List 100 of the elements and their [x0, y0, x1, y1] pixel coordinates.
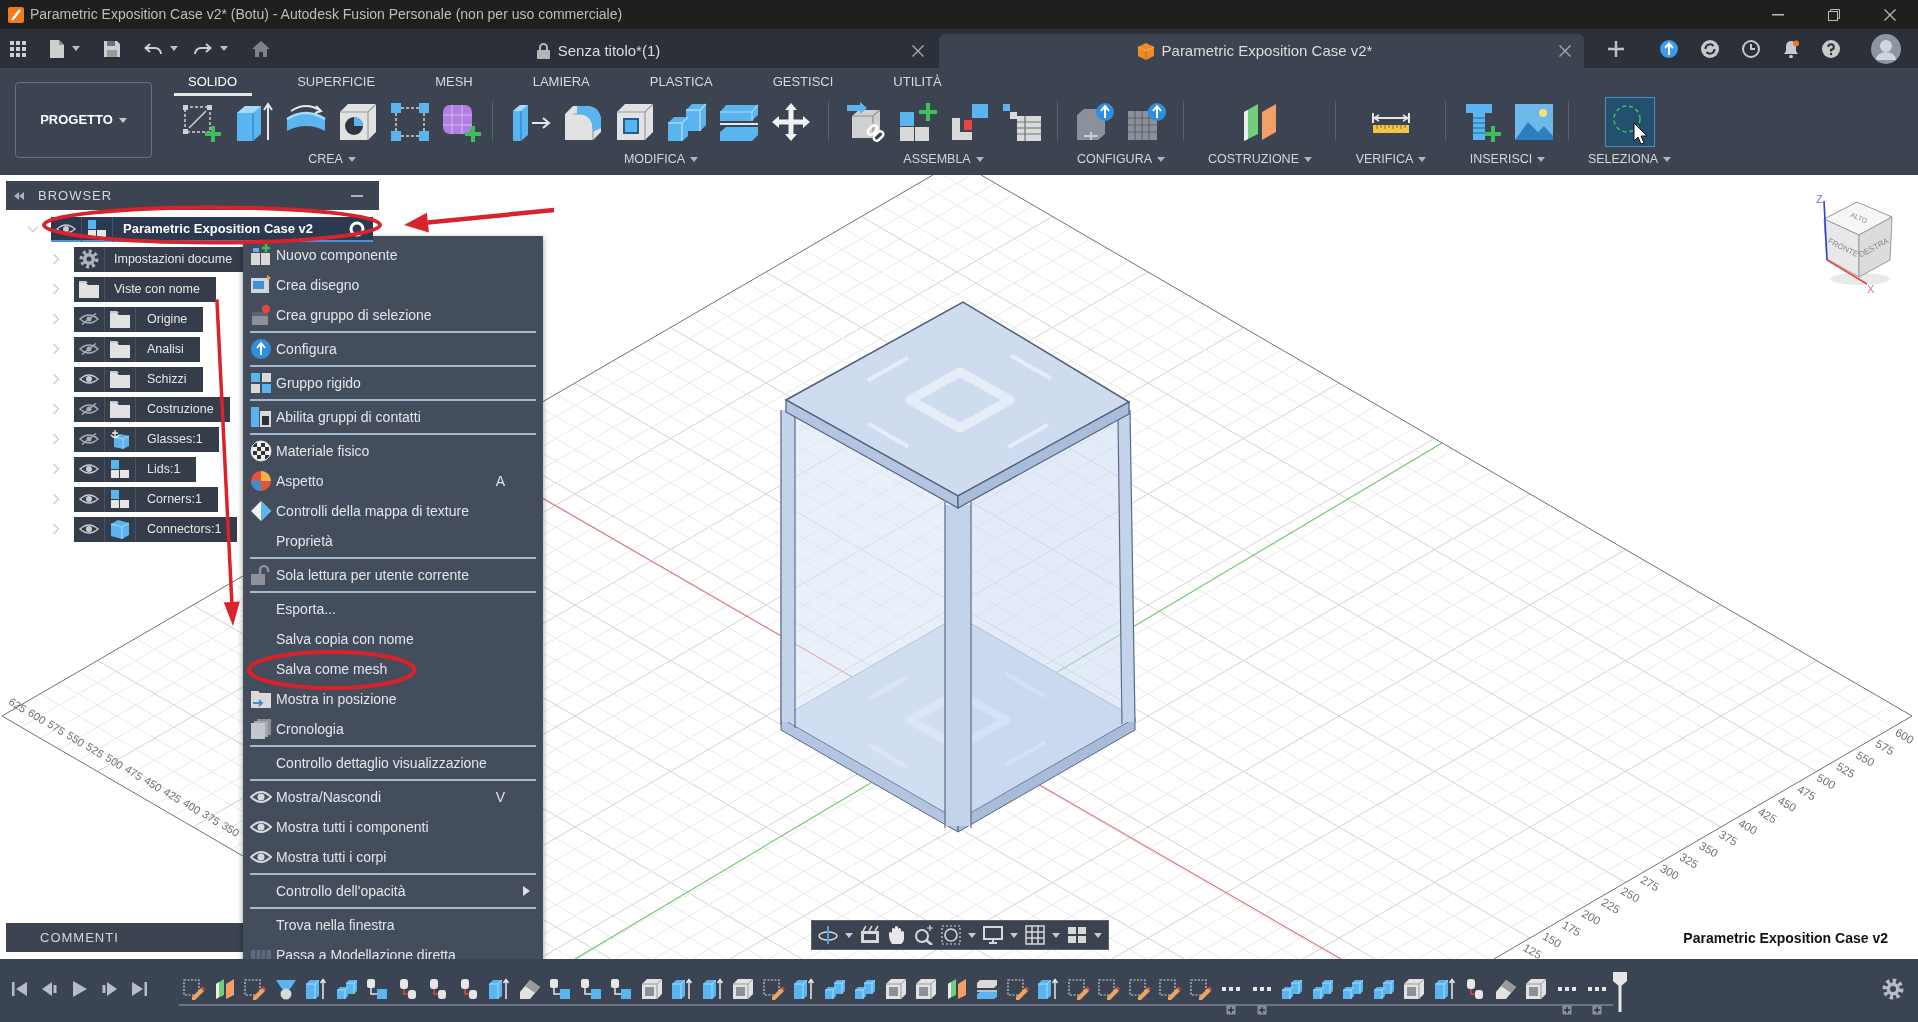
tree-item[interactable]: Corners:1 — [74, 486, 218, 512]
caret-icon[interactable] — [845, 932, 853, 938]
inset-cube-icon[interactable] — [915, 978, 938, 1000]
look-at-icon[interactable] — [860, 925, 880, 945]
caret-icon[interactable] — [220, 46, 228, 51]
menu-item[interactable]: Esporta... — [243, 594, 543, 624]
box-arrow-icon[interactable] — [1037, 978, 1060, 1000]
layered-plates-icon[interactable] — [719, 102, 759, 142]
stepped-blocks-icon[interactable] — [667, 102, 707, 142]
stepped-blocks-icon[interactable] — [1281, 978, 1304, 1000]
grid-icon[interactable] — [1025, 925, 1045, 945]
cube-link-icon[interactable] — [845, 102, 886, 142]
tool-group-button[interactable]: COSTRUZIONE — [1208, 150, 1312, 169]
stepped-blocks-icon[interactable] — [1342, 978, 1365, 1000]
box-arrow-icon[interactable] — [305, 978, 328, 1000]
slab-arrow-icon[interactable] — [511, 102, 551, 142]
pencil-square-icon[interactable] — [1006, 978, 1029, 1000]
menu-item[interactable]: Cronologia — [243, 714, 543, 744]
close-icon[interactable] — [912, 45, 924, 57]
eye-icon[interactable] — [56, 223, 76, 235]
menu-item[interactable]: Mostra tutti i corpi — [243, 842, 543, 872]
user-avatar-icon[interactable] — [1871, 33, 1901, 64]
bell-icon[interactable] — [1783, 39, 1799, 58]
skip-start-icon[interactable] — [12, 981, 27, 997]
caret-icon[interactable] — [1052, 932, 1060, 938]
pan-hand-icon[interactable] — [887, 925, 907, 945]
planes-icon[interactable] — [213, 978, 236, 1000]
tree-item[interactable]: Origine — [74, 306, 204, 332]
toolbar-tab[interactable]: GESTISCI — [742, 68, 864, 96]
flag-blocks-icon[interactable] — [949, 102, 990, 142]
dots-icon[interactable] — [1588, 987, 1607, 991]
plus-icon[interactable] — [1608, 40, 1624, 57]
table-upload-icon[interactable] — [1127, 102, 1167, 142]
menu-item[interactable]: Controllo dettaglio visualizzazione — [243, 748, 543, 778]
dots-icon[interactable] — [1222, 987, 1241, 991]
tool-group-button[interactable]: MODIFICA — [623, 150, 699, 169]
caret-icon[interactable] — [170, 46, 178, 51]
file-icon[interactable] — [50, 39, 64, 58]
restore-icon[interactable] — [1828, 8, 1840, 21]
workspace-button[interactable]: PROGETTO — [15, 82, 152, 158]
inset-cube-icon[interactable] — [640, 978, 663, 1000]
dashed-square-plus-icon[interactable] — [182, 102, 222, 142]
toolbar-tab[interactable]: SUPERFICIE — [267, 68, 406, 96]
planes-icon[interactable] — [945, 978, 968, 1000]
dots-icon[interactable] — [1557, 987, 1576, 991]
pencil-square-icon[interactable] — [1098, 978, 1121, 1000]
toolbar-tab[interactable]: UTILITÀ — [863, 68, 972, 96]
home-icon[interactable] — [252, 40, 270, 57]
menu-item[interactable]: Gruppo rigido — [243, 368, 543, 398]
menu-item[interactable]: Sola lettura per utente corrente — [243, 560, 543, 590]
image-icon[interactable] — [1513, 102, 1554, 142]
inset-cube-icon[interactable] — [732, 978, 755, 1000]
menu-item[interactable]: Materiale fisico — [243, 436, 543, 466]
playhead-marker-icon[interactable] — [1612, 972, 1627, 1012]
box-arrow-icon[interactable] — [1433, 978, 1456, 1000]
cubes-plus-icon[interactable] — [897, 102, 938, 142]
menu-item[interactable]: Crea gruppo di selezione — [243, 300, 543, 330]
menu-item[interactable]: Salva come mesh — [243, 654, 543, 684]
grid-menu-icon[interactable] — [10, 40, 26, 57]
ruler-icon[interactable] — [1371, 111, 1411, 133]
dashed-circle-cursor-icon[interactable] — [1605, 98, 1654, 146]
cube-hole-icon[interactable] — [338, 102, 378, 142]
plus-icon[interactable] — [1226, 1005, 1237, 1015]
toolbar-tab[interactable]: LAMIERA — [502, 68, 620, 96]
help-icon[interactable] — [1822, 39, 1840, 58]
tool-group-button[interactable]: VERIFICA — [1355, 150, 1427, 169]
eraser-block-icon[interactable] — [1494, 978, 1517, 1000]
clock-icon[interactable] — [1742, 39, 1760, 58]
skip-end-icon[interactable] — [132, 981, 147, 997]
eye-icon[interactable] — [79, 463, 99, 475]
tool-group-button[interactable]: CREA — [308, 150, 356, 169]
eye-icon[interactable] — [79, 523, 99, 535]
eye-slash-icon[interactable] — [79, 403, 99, 415]
connected-squares-icon[interactable] — [390, 102, 430, 142]
cone-sphere-icon[interactable] — [274, 978, 297, 1000]
move-icon[interactable] — [771, 102, 811, 142]
menu-item[interactable]: Nuovo componente — [243, 240, 543, 270]
close-icon[interactable] — [1559, 45, 1571, 57]
box-arrow-icon[interactable] — [793, 978, 816, 1000]
stepped-blocks-icon[interactable] — [1372, 978, 1395, 1000]
tool-group-button[interactable]: INSERISCI — [1469, 150, 1546, 169]
inset-cube-icon[interactable] — [1403, 978, 1426, 1000]
tree-item[interactable]: Analisi — [74, 336, 200, 362]
box-arrow-icon[interactable] — [701, 978, 724, 1000]
toolbar-tab[interactable]: PLASTICA — [619, 68, 743, 96]
eye-slash-icon[interactable] — [79, 313, 99, 325]
pencil-square-icon[interactable] — [1067, 978, 1090, 1000]
stepped-blocks-icon[interactable] — [335, 978, 358, 1000]
undo-icon[interactable] — [144, 42, 162, 55]
eye-icon[interactable] — [79, 493, 99, 505]
upload-circle-icon[interactable] — [1660, 39, 1678, 58]
play-icon[interactable] — [72, 981, 87, 997]
tree-item[interactable]: Connectors:1 — [74, 516, 238, 542]
inset-cube-icon[interactable] — [1525, 978, 1548, 1000]
lattice-cube-plus-icon[interactable] — [442, 102, 482, 142]
cube-upload-icon[interactable] — [1075, 102, 1115, 142]
settings-icon[interactable] — [1882, 978, 1904, 1000]
hollow-cube-icon[interactable] — [615, 102, 655, 142]
menu-item[interactable]: Proprietà — [243, 526, 543, 556]
menu-item[interactable]: Mostra/Nascondi V — [243, 782, 543, 812]
